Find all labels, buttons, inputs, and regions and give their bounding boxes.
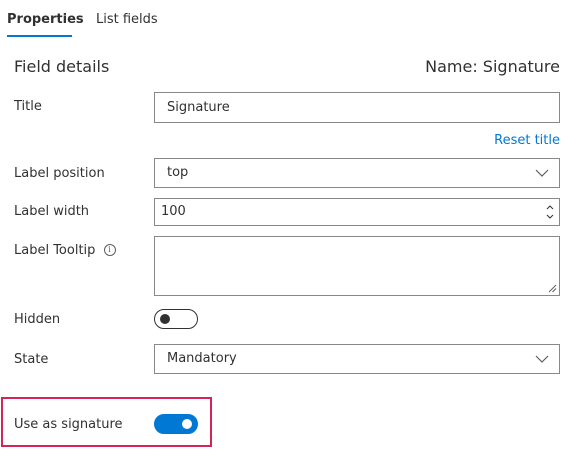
resize-grip-icon[interactable] [548, 284, 557, 293]
properties-panel: Properties List fields Field details Nam… [0, 0, 578, 467]
active-tab-indicator [7, 35, 72, 37]
chevron-down-icon [535, 355, 549, 363]
use-as-signature-toggle[interactable] [154, 414, 198, 434]
label-position-value: top [167, 165, 189, 180]
tab-list-fields[interactable]: List fields [96, 11, 158, 31]
state-label: State [14, 352, 49, 367]
label-tooltip-text: Label Tooltip [14, 243, 96, 258]
label-tooltip-textarea[interactable] [154, 236, 560, 296]
title-input[interactable]: Signature [154, 92, 560, 123]
hidden-label: Hidden [14, 312, 61, 327]
reset-title-link[interactable]: Reset title [494, 133, 560, 149]
label-width-label: Label width [14, 204, 90, 219]
label-position-label: Label position [14, 166, 105, 181]
state-value: Mandatory [167, 351, 237, 366]
title-input-value: Signature [167, 99, 230, 115]
label-position-dropdown[interactable]: top [154, 158, 560, 188]
field-name-text: Name: Signature [425, 57, 560, 76]
label-width-value: 100 [161, 204, 186, 219]
use-as-signature-toggle-knob [182, 419, 192, 429]
title-label: Title [14, 99, 42, 114]
label-width-input[interactable]: 100 [154, 198, 560, 226]
use-as-signature-label: Use as signature [14, 417, 123, 432]
tab-properties[interactable]: Properties [7, 11, 84, 31]
label-tooltip-label: Label Tooltip i [14, 243, 116, 259]
hidden-toggle[interactable] [154, 309, 198, 329]
state-dropdown[interactable]: Mandatory [154, 344, 560, 374]
number-spinner-icon[interactable] [545, 202, 555, 222]
info-icon[interactable]: i [103, 244, 116, 256]
section-title: Field details [14, 57, 110, 76]
chevron-down-icon [535, 169, 549, 177]
hidden-toggle-knob [160, 314, 170, 324]
